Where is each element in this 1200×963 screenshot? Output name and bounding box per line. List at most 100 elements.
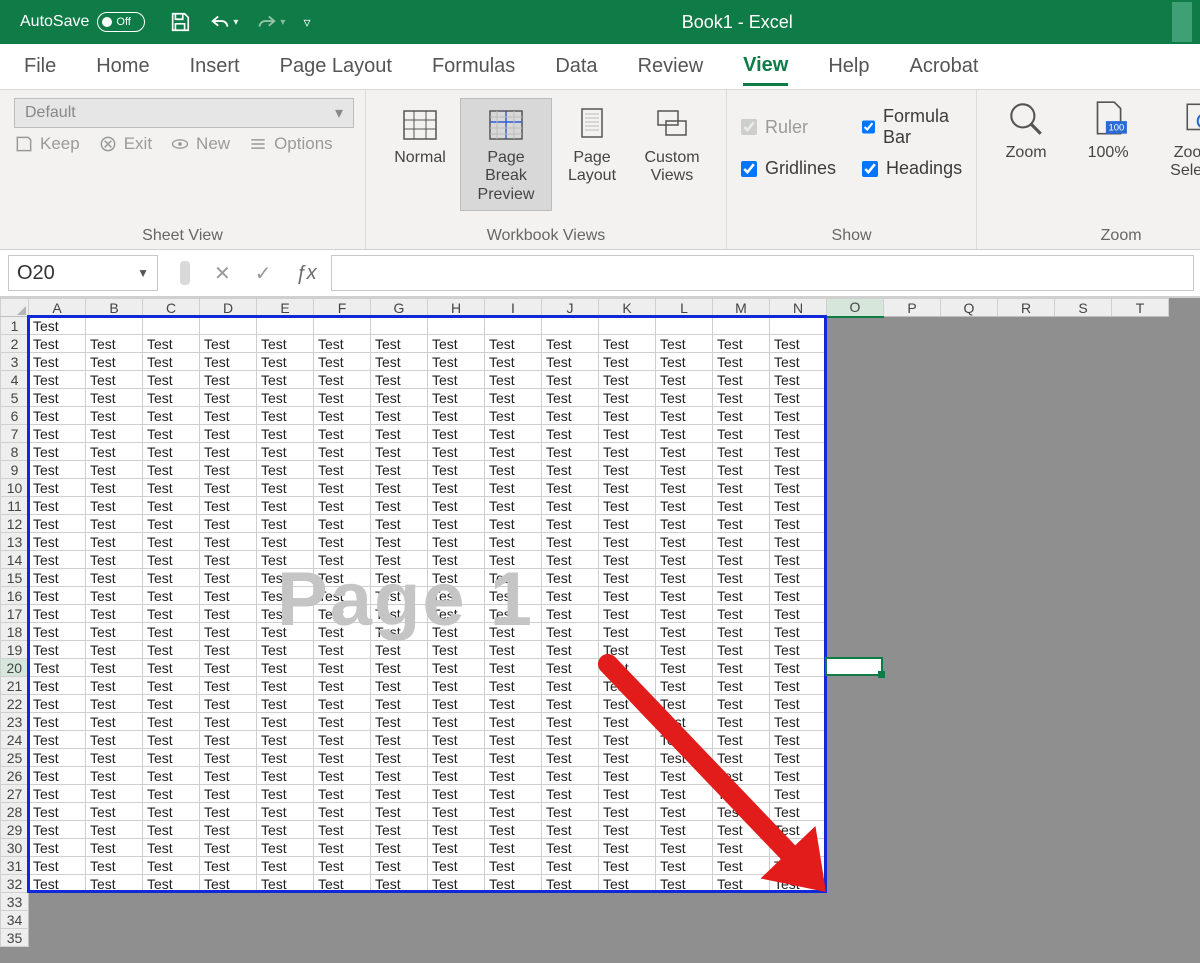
save-button[interactable]	[169, 11, 191, 33]
cell[interactable]	[998, 857, 1055, 875]
cell[interactable]: Test	[371, 497, 428, 515]
cell[interactable]	[200, 893, 257, 911]
cell[interactable]	[941, 533, 998, 551]
cell[interactable]	[827, 731, 884, 749]
cell[interactable]	[1055, 317, 1112, 335]
cell[interactable]: Test	[257, 695, 314, 713]
cell[interactable]: Test	[770, 389, 827, 407]
cell[interactable]	[827, 317, 884, 335]
cell[interactable]: Test	[29, 821, 86, 839]
cell[interactable]: Test	[143, 533, 200, 551]
cell[interactable]	[143, 929, 200, 947]
cell[interactable]	[1055, 785, 1112, 803]
cell[interactable]	[941, 407, 998, 425]
cell[interactable]: Test	[86, 821, 143, 839]
cell[interactable]	[86, 929, 143, 947]
cell[interactable]	[1112, 605, 1169, 623]
cell[interactable]: Test	[485, 641, 542, 659]
cell[interactable]: Test	[200, 821, 257, 839]
cell[interactable]: Test	[257, 749, 314, 767]
cell[interactable]	[713, 317, 770, 335]
cell[interactable]	[428, 317, 485, 335]
cell[interactable]: Test	[656, 569, 713, 587]
cell[interactable]	[428, 893, 485, 911]
cell[interactable]: Test	[770, 353, 827, 371]
headings-checkbox[interactable]: Headings	[862, 158, 962, 179]
cell[interactable]	[884, 911, 941, 929]
cell[interactable]	[485, 911, 542, 929]
row-header[interactable]: 13	[1, 533, 29, 551]
cell[interactable]	[827, 677, 884, 695]
cell[interactable]	[257, 911, 314, 929]
column-header[interactable]: R	[998, 299, 1055, 317]
cell[interactable]	[884, 641, 941, 659]
cell[interactable]	[1112, 389, 1169, 407]
cell[interactable]: Test	[485, 659, 542, 677]
cell[interactable]: Test	[713, 839, 770, 857]
name-box[interactable]: O20 ▼	[8, 255, 158, 291]
cell[interactable]: Test	[770, 533, 827, 551]
cell[interactable]	[998, 875, 1055, 893]
cell[interactable]	[941, 605, 998, 623]
cell[interactable]: Test	[29, 857, 86, 875]
cell[interactable]	[1055, 443, 1112, 461]
cell[interactable]: Test	[314, 659, 371, 677]
cell[interactable]: Test	[542, 767, 599, 785]
cell[interactable]: Test	[314, 587, 371, 605]
cell[interactable]: Test	[656, 749, 713, 767]
tab-page-layout[interactable]: Page Layout	[280, 49, 392, 84]
column-header[interactable]: T	[1112, 299, 1169, 317]
cell[interactable]	[1112, 335, 1169, 353]
cell[interactable]: Test	[371, 749, 428, 767]
cell[interactable]	[884, 695, 941, 713]
cell[interactable]: Test	[656, 407, 713, 425]
cell[interactable]: Test	[314, 731, 371, 749]
column-header[interactable]: L	[656, 299, 713, 317]
cell[interactable]: Test	[656, 659, 713, 677]
cell[interactable]: Test	[29, 569, 86, 587]
cell[interactable]	[884, 497, 941, 515]
cell[interactable]	[998, 317, 1055, 335]
cell[interactable]: Test	[86, 533, 143, 551]
row-header[interactable]: 22	[1, 695, 29, 713]
cell[interactable]: Test	[314, 713, 371, 731]
cell[interactable]: Test	[257, 569, 314, 587]
cell[interactable]: Test	[371, 857, 428, 875]
row-header[interactable]: 1	[1, 317, 29, 335]
cell[interactable]	[941, 497, 998, 515]
cell[interactable]: Test	[485, 551, 542, 569]
cell[interactable]: Test	[29, 515, 86, 533]
cell[interactable]	[884, 839, 941, 857]
cell[interactable]: Test	[428, 767, 485, 785]
cell[interactable]: Test	[599, 515, 656, 533]
cell[interactable]	[1112, 821, 1169, 839]
cell[interactable]	[941, 443, 998, 461]
cell[interactable]: Test	[428, 443, 485, 461]
cell[interactable]: Test	[713, 623, 770, 641]
cell[interactable]: Test	[371, 659, 428, 677]
cell[interactable]: Test	[86, 713, 143, 731]
cell[interactable]: Test	[200, 587, 257, 605]
cell[interactable]: Test	[656, 479, 713, 497]
cell[interactable]	[827, 533, 884, 551]
cell[interactable]	[998, 533, 1055, 551]
cell[interactable]: Test	[542, 713, 599, 731]
row-header[interactable]: 30	[1, 839, 29, 857]
cell[interactable]: Test	[200, 803, 257, 821]
cell[interactable]: Test	[542, 425, 599, 443]
row-header[interactable]: 24	[1, 731, 29, 749]
cell[interactable]: Test	[485, 677, 542, 695]
cell[interactable]: Test	[86, 497, 143, 515]
cell[interactable]: Test	[257, 767, 314, 785]
cell[interactable]: Test	[713, 407, 770, 425]
cell[interactable]: Test	[656, 497, 713, 515]
cell[interactable]	[599, 911, 656, 929]
cell[interactable]	[1055, 551, 1112, 569]
row-header[interactable]: 7	[1, 425, 29, 443]
cell[interactable]: Test	[86, 551, 143, 569]
cell[interactable]: Test	[29, 461, 86, 479]
cell[interactable]: Test	[86, 425, 143, 443]
fx-icon[interactable]: ƒx	[296, 262, 317, 285]
column-header[interactable]: G	[371, 299, 428, 317]
cell[interactable]	[1055, 461, 1112, 479]
